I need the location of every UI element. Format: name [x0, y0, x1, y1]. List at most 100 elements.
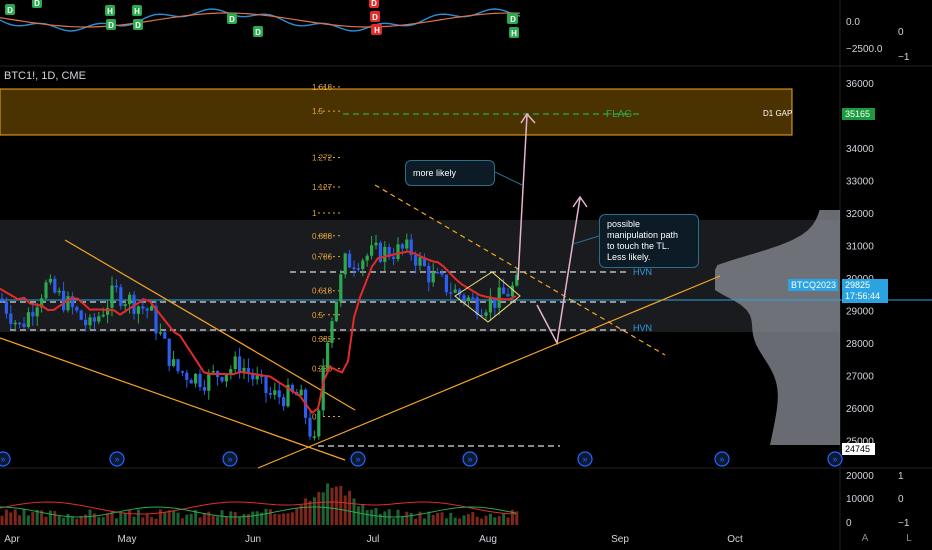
volume-bar [317, 492, 321, 525]
signal-marker-label: D [510, 15, 516, 24]
hvn-upper-label: HVN [633, 267, 652, 277]
candle-body [198, 373, 202, 388]
volume-bar [462, 515, 466, 525]
volume-bar [31, 512, 35, 525]
candle-body [348, 253, 352, 268]
candle-body [466, 297, 470, 302]
volume-bar [26, 515, 30, 525]
candle-body [282, 397, 286, 407]
volume-bar [356, 506, 360, 525]
volume-bar [136, 509, 140, 525]
volume-bar [436, 512, 440, 525]
volume-bar [48, 510, 52, 525]
volume-bar [383, 511, 387, 525]
fib-level-label: 0.888 [312, 232, 333, 241]
fib-level-label: 0.786 [312, 253, 333, 262]
price-tick-label: 27000 [846, 372, 874, 383]
candle-body [128, 294, 132, 305]
candle-body [0, 298, 4, 302]
fib-level-label: 1 [312, 209, 317, 218]
candle-body [356, 268, 360, 270]
candle-body [453, 289, 457, 293]
volume-bar [484, 515, 488, 525]
candle-body [427, 265, 431, 283]
candle-body [365, 255, 369, 261]
time-tick-label: May [118, 534, 137, 545]
volume-tick-label: 20000 [846, 471, 874, 482]
fib-level-label: 1.618 [312, 83, 333, 92]
auto-scale-button[interactable]: A [858, 533, 872, 547]
price-tick-label: 33000 [846, 177, 874, 188]
volume-bar [308, 501, 312, 525]
volume-bar [453, 517, 457, 525]
log-scale-button[interactable]: L [902, 533, 916, 547]
candle-body [462, 295, 466, 302]
candle-body [484, 312, 488, 316]
volume-bar [242, 514, 246, 525]
candle-body [238, 356, 242, 373]
volume-bar [202, 512, 206, 525]
volume-bar [339, 485, 343, 525]
volume-bar [88, 509, 92, 525]
time-tick-label: Jun [245, 534, 261, 545]
signal-marker-label: D [135, 21, 141, 30]
volume-bar [361, 504, 365, 525]
volume-bar [282, 513, 286, 525]
signal-marker-label: D [372, 13, 378, 22]
candle-body [176, 359, 180, 372]
candle-body [84, 319, 88, 326]
candle-body [158, 332, 162, 334]
volume-bar [277, 514, 281, 525]
candle-body [141, 306, 145, 309]
candle-body [79, 310, 83, 320]
signal-marker-label: H [107, 7, 113, 16]
candle-body [330, 321, 334, 343]
note-more-likely-text: more likely [413, 168, 457, 178]
volume-bar [180, 518, 184, 525]
signal-marker-label: D [229, 15, 235, 24]
current-price-badge: 29825 17:56:44 [842, 279, 888, 303]
signal-marker-label: D [371, 0, 377, 8]
volume-bar [378, 514, 382, 525]
candle-body [57, 290, 61, 293]
candle-body [352, 267, 356, 270]
volume-bar [458, 518, 462, 525]
volume-bar [268, 509, 272, 525]
volume-bar [84, 514, 88, 525]
candle-body [392, 256, 396, 260]
note-line-3: to touch the TL. [607, 241, 670, 251]
volume-bar [18, 515, 22, 525]
candle-body [97, 316, 101, 322]
symbol-label[interactable]: BTC1!, 1D, CME [4, 70, 86, 82]
note-manipulation[interactable]: possible manipulation path to touch the … [599, 214, 699, 268]
osc-tick-label: −1 [898, 52, 910, 63]
event-marker-glyph: » [467, 454, 472, 464]
time-tick-label: Oct [727, 534, 743, 545]
volume-bar [0, 515, 4, 525]
volume-bar [488, 513, 492, 525]
volume-bar [431, 514, 435, 525]
fib-level-label: 1.272 [312, 153, 333, 162]
candle-body [264, 375, 268, 394]
candle-body [207, 372, 211, 391]
candle-body [92, 317, 96, 322]
signal-marker-label: H [511, 29, 517, 38]
candle-body [233, 356, 237, 370]
volume-bar [97, 517, 101, 525]
fib-level-label: 1.5 [312, 107, 324, 116]
chart-canvas: 1.618 1.5 1.272 1.127 1 0.888 0.786 0.618 0.5 0.3… [0, 0, 932, 550]
volume-bar [211, 515, 215, 525]
volume-tick-label: 10000 [846, 494, 874, 505]
candle-body [202, 387, 206, 391]
volume-bar [348, 490, 352, 525]
volume-bar [370, 509, 374, 525]
candle-body [66, 296, 70, 311]
volume-bar [330, 487, 334, 525]
volume-bar [141, 517, 145, 525]
note-more-likely[interactable]: more likely [405, 160, 495, 186]
candle-body [150, 306, 154, 311]
candle-body [431, 272, 435, 283]
osc-tick-label: 0.0 [846, 17, 860, 28]
volume-bar [4, 509, 8, 525]
candle-body [180, 371, 184, 373]
